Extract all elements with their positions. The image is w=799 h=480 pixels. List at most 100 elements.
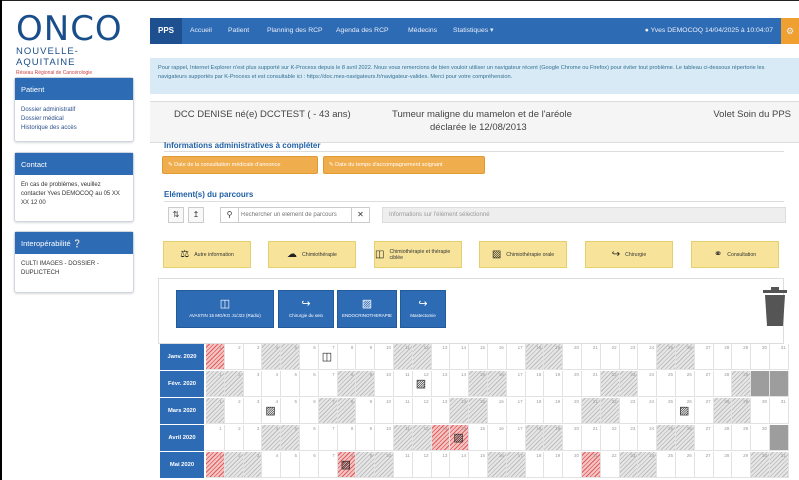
calendar-day-cell[interactable]: 9 bbox=[356, 425, 376, 451]
calendar-day-cell[interactable]: 1 bbox=[206, 371, 225, 397]
calendar-day-cell[interactable]: 5 bbox=[281, 344, 300, 370]
calendar-day-cell[interactable]: 27 bbox=[694, 371, 714, 397]
trash-icon[interactable] bbox=[762, 287, 788, 327]
calendar-day-cell[interactable]: 7 bbox=[318, 371, 338, 397]
calendar-day-cell[interactable]: 2 bbox=[224, 371, 244, 397]
calendar-day-cell[interactable]: 12 bbox=[412, 425, 432, 451]
calendar-day-cell[interactable]: 17 bbox=[506, 425, 526, 451]
calendar-day-cell[interactable]: 1 bbox=[206, 452, 225, 478]
calendar-day-cell[interactable]: 14 bbox=[450, 344, 470, 370]
calendar-day-cell[interactable]: 4 ▨ bbox=[262, 398, 282, 424]
calendar-day-cell[interactable]: 26 bbox=[676, 344, 695, 370]
nav-accueil[interactable]: Accueil bbox=[190, 18, 212, 44]
calendar-day-cell[interactable]: 9 bbox=[356, 398, 376, 424]
calendar-day-cell[interactable]: 25 bbox=[657, 398, 676, 424]
nav-agenda[interactable]: Agenda des RCP bbox=[336, 18, 389, 44]
calendar-day-cell[interactable]: 13 bbox=[431, 344, 451, 370]
calendar-day-cell[interactable]: 24 bbox=[638, 452, 658, 478]
calendar-day-cell[interactable]: 25 bbox=[657, 344, 676, 370]
calendar-day-cell[interactable]: 31 bbox=[770, 398, 789, 424]
calendar-day-cell[interactable]: 15 bbox=[469, 452, 488, 478]
calendar-day-cell[interactable]: 17 bbox=[506, 371, 526, 397]
calendar-day-cell[interactable]: 10 bbox=[375, 398, 394, 424]
calendar-day-cell[interactable]: 10 bbox=[375, 425, 394, 451]
calendar-day-cell[interactable]: 14 bbox=[450, 398, 470, 424]
calendar-day-cell[interactable]: 26 bbox=[676, 425, 695, 451]
calendar-day-cell[interactable]: 6 bbox=[300, 344, 319, 370]
calendar-day-cell[interactable]: 2 bbox=[224, 425, 244, 451]
calendar-day-cell[interactable]: 22 bbox=[600, 398, 620, 424]
calendar-day-cell[interactable]: 4 bbox=[262, 425, 282, 451]
calendar-day-cell[interactable]: 23 bbox=[619, 344, 639, 370]
calendar-day-cell[interactable]: 24 bbox=[638, 371, 658, 397]
calendar-day-cell[interactable]: 31 bbox=[770, 425, 789, 451]
calendar-day-cell[interactable]: 15 bbox=[469, 425, 488, 451]
action-endocrinotherapie[interactable]: ▨ ENDOCRINOTHERAPIE bbox=[337, 290, 397, 328]
calendar-day-cell[interactable]: 16 bbox=[488, 371, 507, 397]
calendar-day-cell[interactable]: 9 bbox=[356, 344, 376, 370]
historique-link[interactable]: Historique des accès bbox=[21, 124, 127, 133]
calendar-day-cell[interactable]: 30 bbox=[751, 344, 770, 370]
calendar-day-cell[interactable]: 5 bbox=[281, 398, 300, 424]
calendar-day-cell[interactable]: 30 bbox=[751, 371, 770, 397]
calendar-day-cell[interactable]: 15 bbox=[469, 371, 488, 397]
calendar-day-cell[interactable]: 14 ▨ bbox=[450, 425, 470, 451]
calendar-day-cell[interactable]: 28 bbox=[713, 452, 733, 478]
calendar-day-cell[interactable]: 26 bbox=[676, 452, 695, 478]
calendar-day-cell[interactable]: 3 bbox=[243, 371, 263, 397]
calendar-day-cell[interactable]: 10 bbox=[375, 452, 394, 478]
calendar-day-cell[interactable]: 23 bbox=[619, 398, 639, 424]
calendar-day-cell[interactable]: 23 bbox=[619, 452, 639, 478]
calendar-day-cell[interactable]: 31 bbox=[770, 344, 789, 370]
nav-statistiques[interactable]: Statistiques ▾ bbox=[453, 18, 493, 44]
calendar-day-cell[interactable]: 28 bbox=[713, 371, 733, 397]
calendar-day-cell[interactable]: 5 bbox=[281, 371, 300, 397]
calendar-day-cell[interactable]: 13 bbox=[431, 452, 451, 478]
action-mastectomie[interactable]: ↪ Mastectomie bbox=[400, 290, 446, 328]
calendar-day-cell[interactable]: 2 bbox=[224, 398, 244, 424]
category-chimio-therapie-ciblee[interactable]: ◫ Chimiothérapie et thérapie ciblée bbox=[374, 241, 462, 268]
category-autre-information[interactable]: ⚖ Autre information bbox=[163, 241, 251, 268]
calendar-day-cell[interactable]: 20 bbox=[563, 398, 582, 424]
upload-button[interactable]: ↥ bbox=[188, 207, 204, 223]
calendar-day-cell[interactable]: 6 bbox=[300, 371, 319, 397]
calendar-day-cell[interactable]: 19 bbox=[544, 425, 564, 451]
calendar-day-cell[interactable]: 27 bbox=[694, 425, 714, 451]
calendar-day-cell[interactable]: 6 bbox=[300, 398, 319, 424]
dossier-administratif-link[interactable]: Dossier administratif bbox=[21, 106, 127, 115]
calendar-day-cell[interactable]: 28 bbox=[713, 398, 733, 424]
calendar-day-cell[interactable]: 16 bbox=[488, 425, 507, 451]
calendar-day-cell[interactable]: 21 bbox=[582, 425, 601, 451]
calendar-day-cell[interactable]: 1 bbox=[206, 344, 225, 370]
nav-brand[interactable]: PPS bbox=[150, 18, 183, 44]
pills-icon[interactable]: ◫ bbox=[322, 350, 332, 363]
calendar-day-cell[interactable]: 15 bbox=[469, 398, 488, 424]
calendar-day-cell[interactable]: 18 bbox=[525, 425, 545, 451]
calendar-day-cell[interactable]: 29 bbox=[732, 425, 752, 451]
calendar-day-cell[interactable]: 2 bbox=[224, 344, 244, 370]
pill-icon[interactable]: ▨ bbox=[341, 458, 351, 471]
calendar-day-cell[interactable]: 7 bbox=[318, 425, 338, 451]
calendar-day-cell[interactable]: 7 bbox=[318, 452, 338, 478]
calendar-day-cell[interactable]: 8 bbox=[337, 425, 357, 451]
calendar-day-cell[interactable]: 22 bbox=[600, 425, 620, 451]
calendar-day-cell[interactable]: 30 bbox=[751, 425, 770, 451]
consultation-annonce-button[interactable]: ✎ Date de la consultation médicale d'ann… bbox=[162, 156, 318, 174]
calendar-day-cell[interactable]: 23 bbox=[619, 425, 639, 451]
calendar-day-cell[interactable]: 20 bbox=[563, 452, 582, 478]
calendar-day-cell[interactable]: 3 bbox=[243, 452, 263, 478]
calendar-day-cell[interactable]: 5 bbox=[281, 452, 300, 478]
calendar-day-cell[interactable]: 12 ▨ bbox=[412, 371, 432, 397]
calendar-day-cell[interactable]: 18 bbox=[525, 398, 545, 424]
calendar-day-cell[interactable]: 25 bbox=[657, 425, 676, 451]
calendar-day-cell[interactable]: 4 bbox=[262, 371, 282, 397]
calendar-day-cell[interactable]: 24 bbox=[638, 398, 658, 424]
calendar-day-cell[interactable]: 18 bbox=[525, 452, 545, 478]
calendar-day-cell[interactable]: 24 bbox=[638, 425, 658, 451]
calendar-day-cell[interactable]: 29 bbox=[732, 371, 752, 397]
calendar-day-cell[interactable]: 26 ▨ bbox=[676, 398, 695, 424]
calendar-day-cell[interactable]: 21 bbox=[582, 452, 601, 478]
calendar-day-cell[interactable]: 12 bbox=[412, 452, 432, 478]
sort-button[interactable]: ⇅ bbox=[168, 207, 184, 223]
calendar-day-cell[interactable]: 11 bbox=[394, 452, 413, 478]
